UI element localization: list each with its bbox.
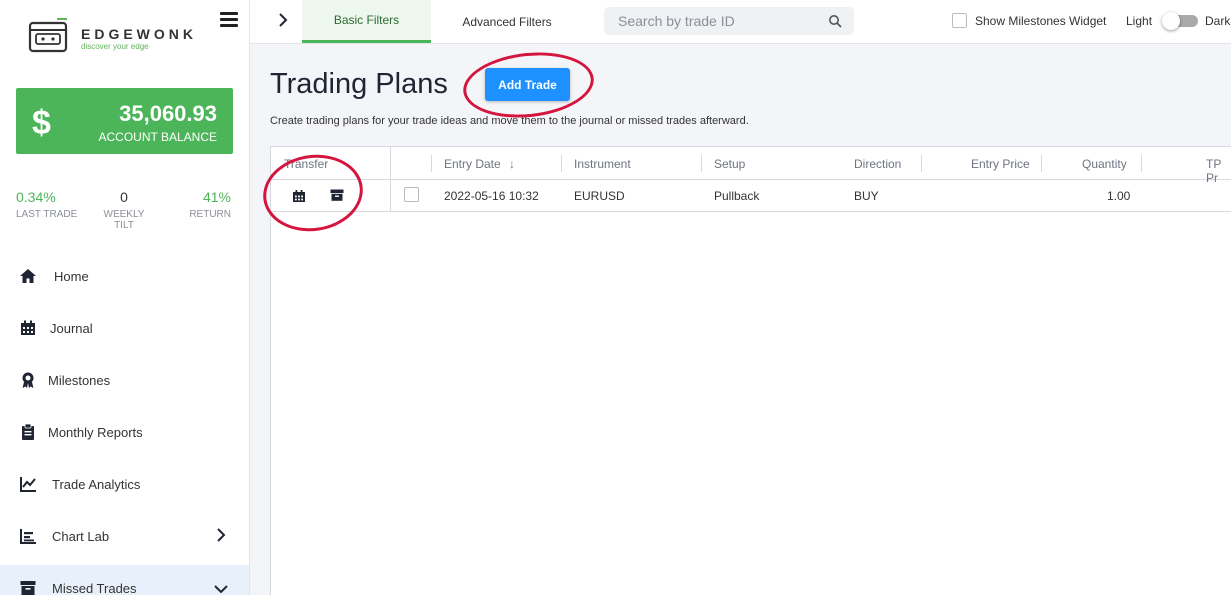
cell-setup: Pullback: [714, 189, 760, 203]
sidebar-item-label: Missed Trades: [52, 581, 137, 595]
sidebar-item-home[interactable]: Home: [0, 261, 249, 291]
add-trade-button[interactable]: Add Trade: [485, 68, 570, 101]
column-separator: [1141, 155, 1142, 172]
clipboard-icon: [22, 423, 34, 440]
column-separator: [431, 155, 432, 172]
cell-quantity: 1.00: [1107, 189, 1131, 203]
stat-value: 41%: [202, 189, 231, 205]
sidebar-item-chart-lab[interactable]: Chart Lab: [0, 521, 249, 551]
column-header-direction[interactable]: Direction: [854, 157, 901, 171]
stat-value: 0.34%: [16, 189, 56, 205]
column-separator: [921, 155, 922, 172]
balance-label: ACCOUNT BALANCE: [98, 130, 217, 144]
calendar-icon: [21, 320, 35, 335]
account-balance-card: $ 35,060.93 ACCOUNT BALANCE: [16, 88, 233, 154]
milestones-widget-label: Show Milestones Widget: [975, 14, 1107, 28]
page-title: Trading Plans: [270, 68, 448, 100]
mode-light-label: Light: [1126, 14, 1153, 28]
search-input[interactable]: [618, 12, 818, 30]
archive-icon[interactable]: [330, 188, 344, 202]
row-select-checkbox[interactable]: [404, 187, 419, 202]
menu-toggle-icon[interactable]: [220, 12, 238, 28]
brand-name: EDGEWONK: [81, 26, 197, 42]
table-row[interactable]: 2022-05-16 10:32 EURUSD Pullback BUY 1.0…: [271, 180, 1231, 212]
column-header-transfer: Transfer: [284, 157, 329, 171]
dollar-icon: $: [32, 104, 51, 142]
column-separator: [1041, 155, 1042, 172]
calendar-icon[interactable]: [292, 189, 306, 203]
stat-return: 41% RETURN: [181, 189, 231, 220]
column-separator: [561, 155, 562, 172]
sidebar-item-missed-trades[interactable]: Missed Trades: [0, 565, 249, 595]
wallet-icon: [28, 18, 68, 53]
sidebar-item-label: Milestones: [48, 373, 111, 388]
stat-last-trade: 0.34% LAST TRADE: [16, 189, 77, 220]
sort-arrow-icon: ↓: [509, 157, 516, 171]
column-header-entry-price[interactable]: Entry Price: [971, 157, 1030, 171]
stat-value: 0: [120, 189, 128, 205]
column-header-setup[interactable]: Setup: [714, 157, 745, 171]
sidebar-item-monthly-reports[interactable]: Monthly Reports: [0, 417, 249, 447]
home-icon: [20, 269, 36, 283]
cell-direction: BUY: [854, 189, 879, 203]
sidebar-item-trade-analytics[interactable]: Trade Analytics: [0, 469, 249, 499]
sidebar-item-label: Trade Analytics: [52, 477, 141, 492]
column-separator: [701, 155, 702, 172]
stat-label: WEEKLY TILT: [103, 209, 145, 231]
brand-logo[interactable]: EDGEWONK discover your edge: [27, 17, 202, 57]
stat-weekly-tilt: 0 WEEKLY TILT: [93, 189, 155, 231]
sidebar-item-milestones[interactable]: Milestones: [0, 365, 249, 395]
mode-dark-label: Dark: [1205, 14, 1231, 28]
sidebar-item-label: Monthly Reports: [48, 425, 143, 440]
award-icon: [22, 372, 34, 388]
bar-chart-icon: [20, 529, 36, 544]
tab-advanced-filters[interactable]: Advanced Filters: [442, 0, 572, 43]
archive-icon: [20, 581, 36, 595]
chevron-down-icon[interactable]: [214, 582, 228, 595]
column-header-entry-date[interactable]: Entry Date ↓: [444, 157, 515, 171]
search-box: [604, 7, 854, 35]
theme-toggle[interactable]: [1162, 12, 1198, 30]
sidebar-item-journal[interactable]: Journal: [0, 313, 249, 343]
stat-label: RETURN: [189, 209, 231, 220]
sidebar-item-label: Home: [54, 269, 89, 284]
brand-tagline: discover your edge: [81, 42, 149, 51]
stat-label: LAST TRADE: [16, 209, 78, 220]
chevron-right-icon[interactable]: [276, 13, 290, 27]
column-header-quantity[interactable]: Quantity: [1082, 157, 1127, 171]
page-subtitle: Create trading plans for your trade idea…: [270, 115, 749, 127]
chevron-right-icon[interactable]: [214, 528, 228, 542]
column-header-instrument[interactable]: Instrument: [574, 157, 631, 171]
sidebar-item-label: Chart Lab: [52, 529, 110, 544]
trading-plans-table: Transfer Entry Date ↓ Instrument Setup D…: [270, 146, 1231, 595]
cell-entry-date: 2022-05-16 10:32: [444, 189, 539, 203]
milestones-widget-checkbox[interactable]: [952, 13, 967, 28]
line-chart-icon: [20, 477, 36, 492]
column-header-label: Entry Date: [444, 157, 501, 171]
cell-instrument: EURUSD: [574, 189, 625, 203]
table-header: Transfer Entry Date ↓ Instrument Setup D…: [271, 147, 1231, 185]
sidebar-item-label: Journal: [50, 321, 93, 336]
sidebar: EDGEWONK discover your edge $ 35,060.93 …: [0, 0, 250, 595]
balance-amount: 35,060.93: [119, 101, 217, 126]
search-icon[interactable]: [828, 14, 842, 28]
tab-basic-filters[interactable]: Basic Filters: [302, 0, 431, 43]
